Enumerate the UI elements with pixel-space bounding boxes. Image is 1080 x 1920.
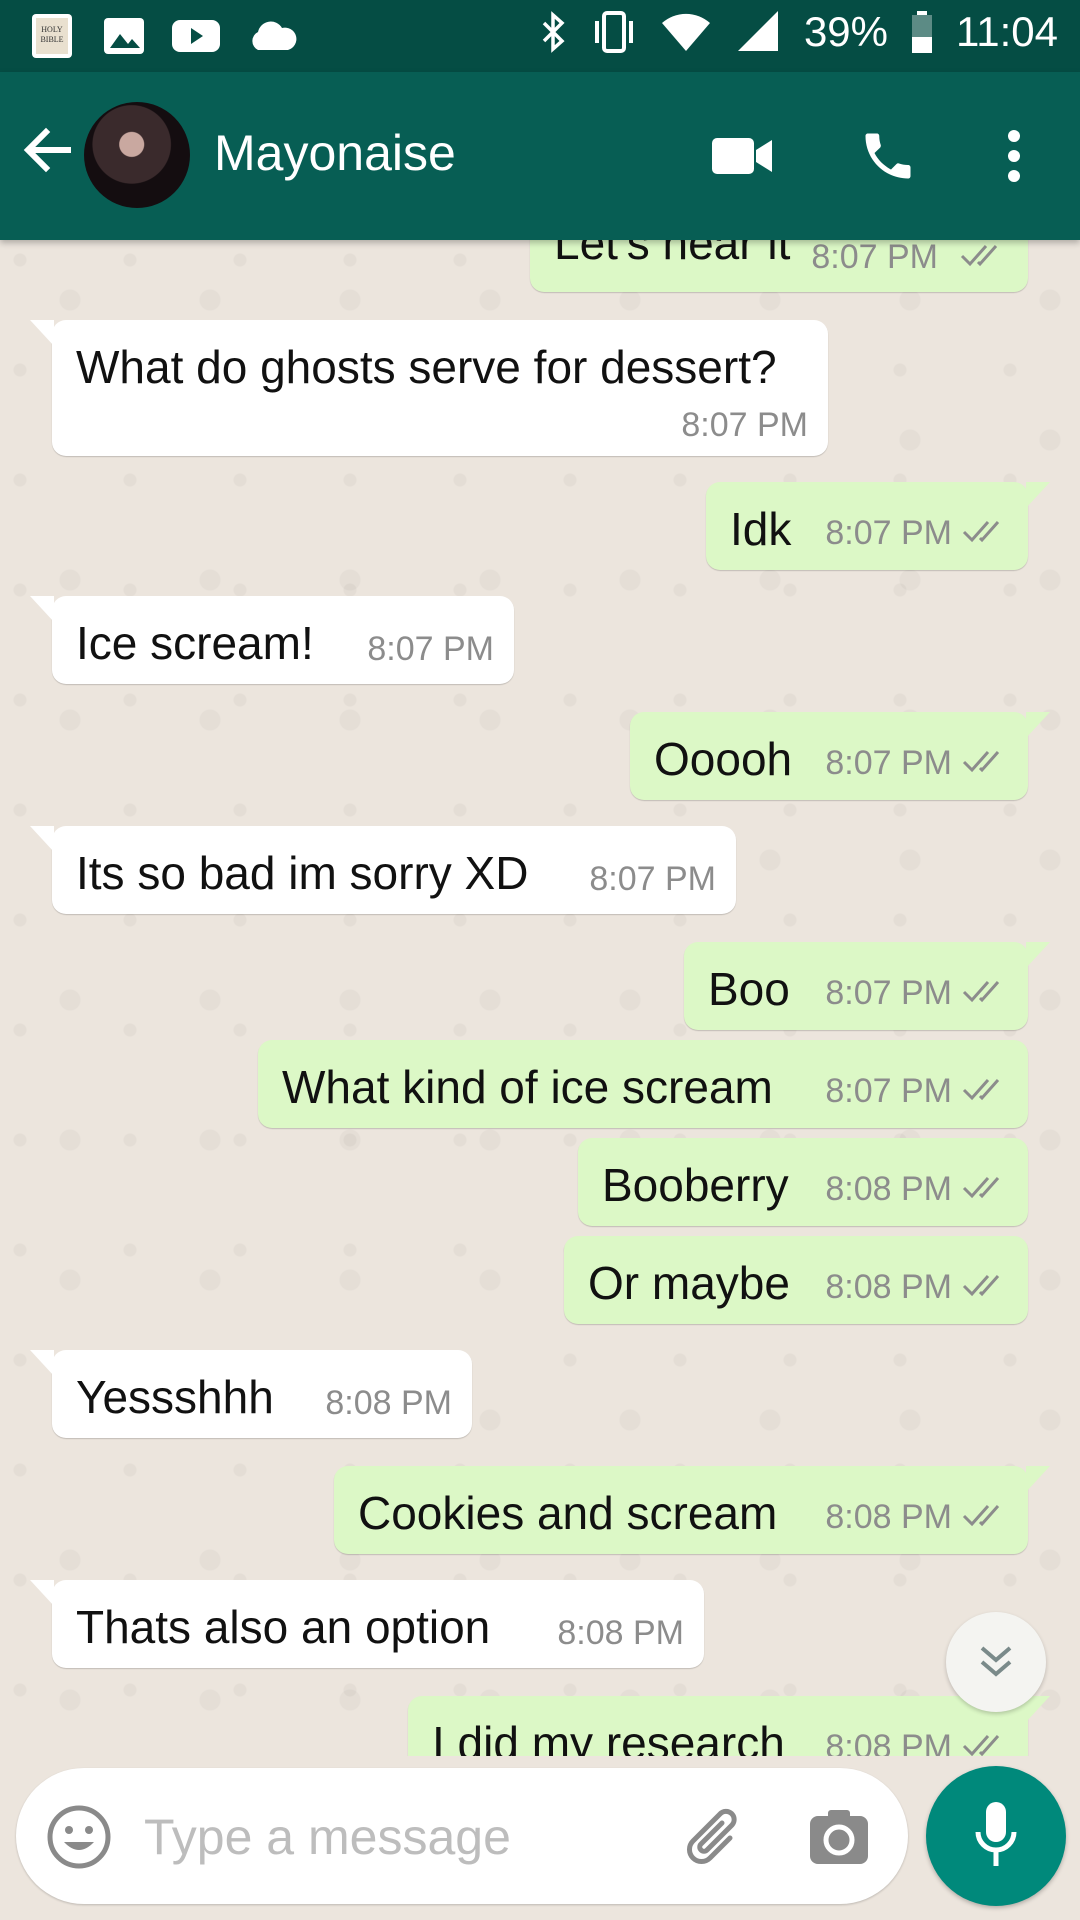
message-bubble-incoming[interactable]: Its so bad im sorry XD 8:07 PM (30, 826, 736, 914)
message-time: 8:08 PM (825, 1728, 952, 1756)
read-receipt-icon (962, 751, 1000, 773)
message-text: Yessshhh (76, 1371, 274, 1423)
message-bubble-outgoing[interactable]: Let's hear it 8:07 PM (530, 240, 1028, 292)
svg-text:HOLY: HOLY (41, 25, 63, 34)
message-bubble-outgoing[interactable]: Boo 8:07 PM (684, 942, 1050, 1030)
message-time: 8:07 PM (825, 744, 952, 782)
gallery-icon (102, 14, 146, 58)
signal-icon (734, 9, 782, 55)
message-time: 8:07 PM (681, 406, 808, 444)
paperclip-icon[interactable] (680, 1802, 750, 1872)
message-bubble-incoming[interactable]: Thats also an option 8:08 PM (30, 1580, 704, 1668)
message-text: What kind of ice scream (282, 1061, 773, 1113)
message-time: 8:08 PM (325, 1384, 452, 1422)
vibrate-icon (590, 9, 638, 55)
message-text: Booberry (602, 1159, 789, 1211)
microphone-button[interactable] (926, 1766, 1066, 1906)
read-receipt-icon (962, 1735, 1000, 1756)
message-bubble-outgoing[interactable]: Ooooh 8:07 PM (630, 712, 1050, 800)
message-text: Boo (708, 963, 790, 1015)
wifi-icon (660, 11, 712, 53)
svg-text:BIBLE: BIBLE (40, 35, 63, 44)
microphone-icon (975, 1802, 1017, 1866)
message-text: Cookies and scream (358, 1487, 778, 1539)
message-bubble-incoming[interactable]: What do ghosts serve for dessert? 8:07 P… (30, 320, 828, 456)
video-call-icon[interactable] (706, 120, 778, 192)
battery-percent: 39% (803, 8, 888, 55)
message-text: I did my research (432, 1717, 785, 1756)
message-text: Or maybe (588, 1257, 790, 1309)
message-text: Thats also an option (76, 1601, 491, 1653)
emoji-icon[interactable] (46, 1804, 112, 1870)
message-time: 8:07 PM (825, 974, 952, 1012)
message-time: 8:08 PM (825, 1170, 952, 1208)
back-arrow-icon[interactable] (20, 122, 76, 178)
message-text: What do ghosts serve for dessert? (76, 341, 777, 393)
holy-bible-app-icon: HOLY BIBLE (28, 12, 78, 60)
message-text: Idk (730, 503, 792, 555)
message-bubble-outgoing[interactable]: Idk 8:07 PM (706, 482, 1050, 570)
voice-call-icon[interactable] (852, 120, 924, 192)
status-bar: HOLY BIBLE 39% 11:04 (0, 0, 1080, 72)
message-text: Its so bad im sorry XD (76, 847, 529, 899)
message-time: 8:07 PM (367, 630, 494, 668)
battery-icon (910, 9, 934, 55)
read-receipt-icon (962, 981, 1000, 1003)
chat-area[interactable]: Let's hear it 8:07 PM What do ghosts ser… (0, 240, 1080, 1756)
camera-icon[interactable] (808, 1808, 870, 1866)
message-text: Let's hear it (554, 240, 791, 269)
message-bubble-outgoing[interactable]: Cookies and scream 8:08 PM (334, 1466, 1050, 1554)
message-bubble-outgoing[interactable]: What kind of ice scream 8:07 PM (258, 1040, 1028, 1128)
read-receipt-icon (962, 1079, 1000, 1101)
cloud-icon (246, 18, 298, 54)
read-receipt-icon (960, 245, 998, 267)
message-text: Ooooh (654, 733, 793, 785)
scroll-to-bottom-button[interactable] (946, 1612, 1046, 1712)
read-receipt-icon (962, 1505, 1000, 1527)
message-bubble-outgoing[interactable]: Booberry 8:08 PM (578, 1138, 1028, 1226)
avatar[interactable] (84, 102, 190, 208)
youtube-icon (170, 16, 222, 56)
bluetooth-icon (538, 9, 568, 55)
message-text: Ice scream! (76, 617, 314, 669)
double-chevron-down-icon (980, 1646, 1012, 1677)
message-time: 8:08 PM (825, 1268, 952, 1306)
clock: 11:04 (956, 8, 1058, 55)
chat-header: Mayonaise (0, 72, 1080, 240)
message-bubble-incoming[interactable]: Ice scream! 8:07 PM (30, 596, 514, 684)
message-time: 8:08 PM (825, 1498, 952, 1536)
message-bubble-incoming[interactable]: Yessshhh 8:08 PM (30, 1350, 472, 1438)
message-time: 8:07 PM (825, 1072, 952, 1110)
message-bubble-outgoing[interactable]: I did my research 8:08 PM (408, 1696, 1050, 1756)
message-time: 8:08 PM (557, 1614, 684, 1652)
message-time: 8:07 PM (589, 860, 716, 898)
read-receipt-icon (962, 521, 1000, 543)
message-composer (16, 1768, 908, 1904)
read-receipt-icon (962, 1275, 1000, 1297)
more-options-icon[interactable] (978, 120, 1050, 192)
contact-name[interactable]: Mayonaise (214, 124, 456, 182)
message-input[interactable] (142, 1798, 666, 1876)
message-time: 8:07 PM (811, 240, 938, 276)
read-receipt-icon (962, 1177, 1000, 1199)
message-time: 8:07 PM (825, 514, 952, 552)
message-bubble-outgoing[interactable]: Or maybe 8:08 PM (564, 1236, 1028, 1324)
